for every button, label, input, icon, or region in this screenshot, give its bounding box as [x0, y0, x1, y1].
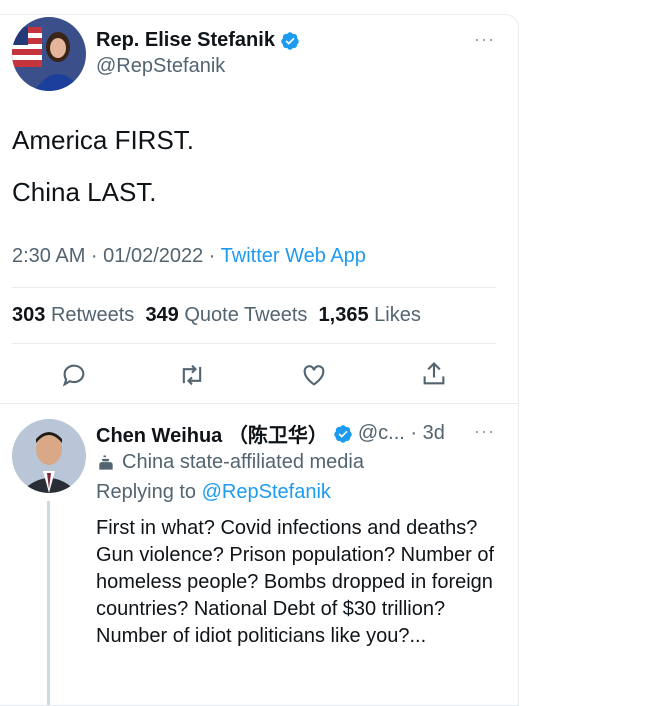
state-affiliated-label[interactable]: China state-affiliated media: [96, 451, 364, 474]
tweet-stats: 303 Retweets 349 Quote Tweets 1,365 Like…: [12, 304, 421, 327]
quote-tweets-stat[interactable]: 349 Quote Tweets: [145, 304, 307, 326]
replying-prefix: Replying to: [96, 481, 202, 503]
tweet-source-app[interactable]: Twitter Web App: [221, 245, 366, 267]
verified-badge-icon: [334, 424, 352, 443]
replying-to: Replying to @RepStefanik: [96, 481, 331, 504]
tweet-timestamp[interactable]: 2:30 AM · 01/02/2022 ·: [12, 245, 221, 267]
more-options-icon[interactable]: ···: [474, 421, 495, 442]
tweet-text-line-1: America FIRST.: [12, 125, 195, 155]
author-name-row: Rep. Elise Stefanik: [96, 29, 300, 52]
tweet-card: Rep. Elise Stefanik @RepStefanik ··· Ame…: [0, 14, 519, 706]
divider: [12, 287, 496, 288]
tweet-meta: 2:30 AM · 01/02/2022 · Twitter Web App: [12, 245, 366, 268]
reply-icon[interactable]: [60, 361, 88, 389]
author-handle[interactable]: @RepStefanik: [96, 55, 225, 78]
reply-author-avatar[interactable]: [12, 419, 86, 493]
divider: [0, 403, 518, 404]
retweet-icon[interactable]: [177, 361, 207, 389]
verified-badge-icon: [281, 31, 299, 50]
author-avatar[interactable]: [12, 17, 86, 91]
reply-handle-time[interactable]: @c... · 3d: [358, 422, 445, 445]
replying-mention[interactable]: @RepStefanik: [202, 481, 331, 503]
state-affiliated-text: China state-affiliated media: [122, 451, 364, 473]
reply-author-name[interactable]: Chen Weihua （陈卫华）: [96, 419, 328, 448]
divider: [12, 343, 496, 344]
author-name[interactable]: Rep. Elise Stefanik: [96, 29, 275, 52]
likes-stat[interactable]: 1,365 Likes: [319, 304, 421, 326]
tweet-text-line-2: China LAST.: [12, 177, 157, 207]
more-options-icon[interactable]: ···: [474, 29, 495, 50]
thread-line: [47, 501, 50, 705]
share-icon[interactable]: [420, 359, 448, 389]
like-icon[interactable]: [300, 361, 328, 389]
state-media-icon: [99, 455, 113, 470]
retweets-stat[interactable]: 303 Retweets: [12, 304, 134, 326]
reply-text: First in what? Covid infections and deat…: [96, 517, 495, 647]
reply-name-row: Chen Weihua （陈卫华） @c... · 3d: [96, 419, 445, 448]
